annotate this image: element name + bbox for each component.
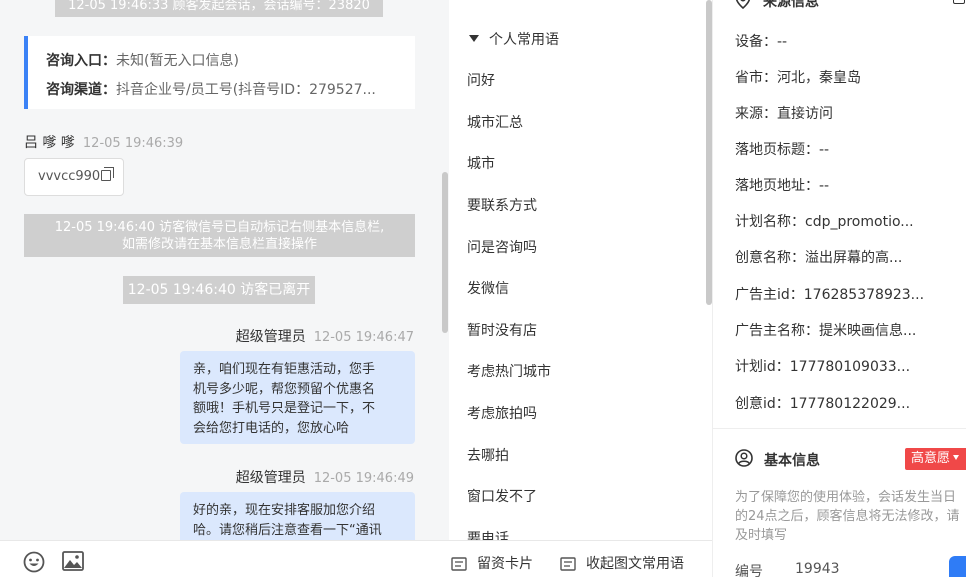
phrase-item[interactable]: 去哪拍 [467,445,509,465]
lead-card-button[interactable]: 留资卡片 [477,553,533,573]
agent-sender-2: 超级管理员 12-05 19:46:49 [236,467,414,487]
phrase-item[interactable]: 要电话 [467,528,509,540]
phrase-item[interactable]: 问是咨询吗 [467,237,537,257]
phrase-group-title: 个人常用语 [489,32,559,48]
section-divider [713,428,966,429]
source-info-title: 来源信息 [763,0,819,10]
phrase-item[interactable]: 考虑旅拍吗 [467,403,537,423]
info-row-advertiser-id: 广告主id：176285378923... [735,287,925,303]
user-circle-icon [735,449,753,471]
intent-level-badge[interactable]: 高意愿 [905,448,966,470]
info-row-source: 来源：直接访问 [735,106,833,122]
visitor-message-bubble[interactable]: vvvcc990 [24,158,124,196]
intent-level-label: 高意愿 [911,451,951,466]
phrase-item[interactable]: 城市汇总 [467,112,523,132]
agent-message-line: 机号多少呢，帮您预留个优惠名 [193,381,376,397]
visitor-message-text: vvvcc990 [38,169,101,184]
agent-message-line: 额哦！手机号只是登记一下，不 [193,401,376,416]
visitor-info-panel: 来源信息 设备：-- 省市：河北，秦皇岛 来源：直接访问 落地页标题：-- 落地… [712,0,966,577]
collapse-phrases-button[interactable]: 收起图文常用语 [586,553,684,573]
info-row-creative-name: 创意名称：溢出屏幕的高... [735,250,903,266]
visitor-sender: 吕 嗲 嗲 12-05 19:46:39 [24,132,183,152]
agent-message-time: 12-05 19:46:47 [313,330,414,345]
consult-channel-label: 咨询渠道： [46,82,116,98]
info-row-creative-id: 创意id：177780122029... [735,396,911,412]
visitor-message-time: 12-05 19:46:39 [82,136,184,151]
info-row-advertiser-name: 广告主名称：提米映画信息... [735,323,917,339]
phrase-item[interactable]: 考虑热门城市 [467,361,551,381]
caret-down-icon [469,35,479,42]
consult-entry-row: 咨询入口：未知(暂无入口信息) [46,47,412,76]
agent-message-line: 哈。请您稍后注意查看一下“通讯 [193,522,382,538]
edit-deadline-notice: 为了保障您的使用体验，会话发生当日的24点之后，顾客信息将无法修改，请及时填写 [735,490,960,543]
agent-message-bubble-2: 好的亲，现在安排客服加您介绍 哈。请您稍后注意查看一下“通讯 [180,492,415,540]
phrase-item[interactable]: 暂时没有店 [467,320,537,340]
visitor-name: 吕 嗲 嗲 [24,135,75,151]
chat-scrollbar[interactable] [442,172,448,333]
info-row-plan-name: 计划名称：cdp_promotio... [735,214,914,230]
phrase-item[interactable]: 要联系方式 [467,195,537,215]
customer-id-label: 编号 [735,564,763,577]
location-icon [735,0,751,13]
info-row-landing-url: 落地页地址：-- [735,178,830,194]
agent-message-line: 亲，咱们现在有钜惠活动，您手 [193,362,376,377]
consult-entry-label: 咨询入口： [46,53,116,69]
agent-sender-1: 超级管理员 12-05 19:46:47 [236,326,414,346]
system-notice-line2: 如需修改请在基本信息栏直接操作 [121,237,317,252]
agent-message-time: 12-05 19:46:49 [313,471,414,486]
floating-action-button[interactable] [949,556,966,577]
image-icon[interactable] [62,551,84,575]
system-message-visitor-left: 12-05 19:46:40 访客已离开 [123,276,315,304]
consult-entry-card: 咨询入口：未知(暂无入口信息) 咨询渠道：抖音企业号/员工号(抖音号ID：279… [24,36,415,109]
system-message-wechat-tag: 12-05 19:46:40 访客微信号已自动标记右侧基本信息栏, 如需修改请在… [24,214,415,257]
consult-entry-value: 未知(暂无入口信息) [116,53,239,69]
consult-channel-value: 抖音企业号/员工号(抖音号ID：279527... [116,82,376,98]
smile-icon[interactable] [23,551,45,577]
phrase-item[interactable]: 窗口发不了 [467,486,537,506]
consult-channel-row: 咨询渠道：抖音企业号/员工号(抖音号ID：279527... [46,76,412,105]
info-row-city: 省市：河北，秦皇岛 [735,70,861,86]
agent-message-bubble-1: 亲，咱们现在有钜惠活动，您手 机号多少呢，帮您预留个优惠名 额哦！手机号只是登记… [180,351,415,444]
basic-info-title: 基本信息 [764,453,820,469]
agent-message-line: 会给您打电话的，您放心哈 [193,420,350,436]
agent-name: 超级管理员 [235,329,306,345]
copy-icon[interactable] [101,167,115,181]
input-toolbar: 留资卡片 收起图文常用语 [0,540,712,577]
info-row-plan-id: 计划id：177780109033... [735,359,911,375]
card-icon [451,556,467,575]
info-row-landing-title: 落地页标题：-- [735,142,830,158]
phrase-item[interactable]: 问好 [467,70,495,90]
caret-down-icon [953,455,960,460]
phrase-group-header[interactable]: 个人常用语 [469,29,559,49]
edit-icon[interactable] [953,0,965,4]
chat-panel: 12-05 19:46:33 顾客发起会话，会话编号：23820 咨询入口：未知… [0,0,449,540]
system-notice-line1: 12-05 19:46:40 访客微信号已自动标记右侧基本信息栏, [54,220,385,235]
message-icon [560,556,576,575]
agent-message-line: 好的亲，现在安排客服加您介绍 [193,503,376,518]
quick-phrases-panel: 个人常用语 问好 城市汇总 城市 要联系方式 问是咨询吗 发微信 暂时没有店 考… [449,0,712,540]
info-row-device: 设备：-- [735,34,788,50]
phrase-item[interactable]: 发微信 [467,278,509,298]
agent-name: 超级管理员 [235,470,306,486]
phrase-item[interactable]: 城市 [467,153,495,173]
customer-id-value: 19943 [795,561,840,577]
system-message-session-start: 12-05 19:46:33 顾客发起会话，会话编号：23820 [55,0,383,17]
